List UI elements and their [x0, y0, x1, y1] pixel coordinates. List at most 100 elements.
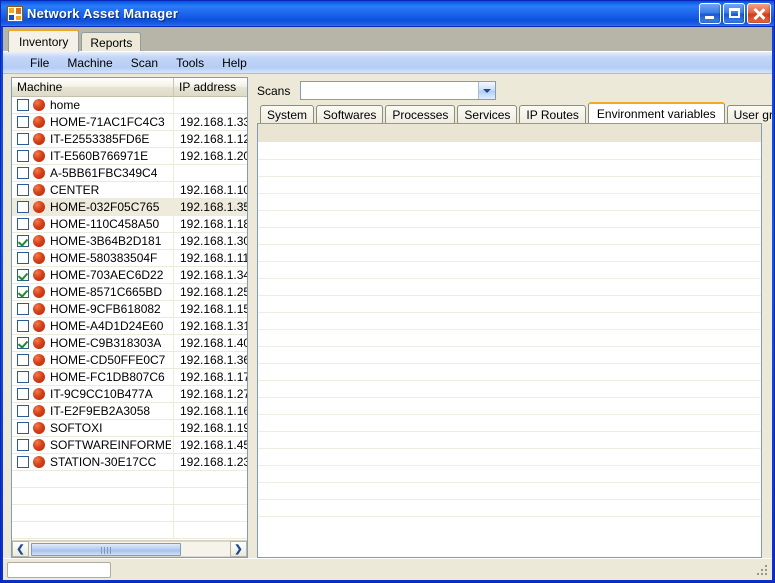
machine-status-icon: [33, 286, 45, 298]
resize-grip-icon[interactable]: [755, 563, 769, 577]
content-tab-ip-routes[interactable]: IP Routes: [519, 105, 586, 123]
machine-name-cell: HOME-3B64B2D181: [12, 233, 174, 249]
grid-row: [258, 483, 761, 500]
content-tab-services[interactable]: Services: [457, 105, 518, 123]
machine-name-cell: IT-9C9CC10B477A: [12, 386, 174, 402]
column-header-ip-address[interactable]: IP address: [174, 78, 247, 96]
content-tab-system[interactable]: System: [260, 105, 315, 123]
machine-checkbox[interactable]: [17, 456, 29, 468]
machine-checkbox[interactable]: [17, 252, 29, 264]
machine-row[interactable]: CENTER 192.168.1.10: [12, 182, 247, 199]
chevron-down-icon[interactable]: [478, 82, 496, 99]
content-tab-softwares[interactable]: Softwares: [316, 105, 384, 123]
machine-status-icon: [33, 405, 45, 417]
machine-row[interactable]: HOME-FC1DB807C6 192.168.1.17: [12, 369, 247, 386]
machine-status-icon: [33, 456, 45, 468]
machine-checkbox[interactable]: [17, 184, 29, 196]
machine-row[interactable]: STATION-30E17CC 192.168.1.23: [12, 454, 247, 471]
machine-list-hscrollbar[interactable]: ❮ ❯: [12, 540, 247, 557]
app-icon: [7, 5, 23, 22]
machine-ip-cell: 192.168.1.17: [180, 370, 247, 384]
grid-header: [258, 124, 761, 143]
machine-row-empty: [12, 471, 247, 488]
content-tab-environment-variables[interactable]: Environment variables: [587, 102, 725, 123]
machine-checkbox[interactable]: [17, 286, 29, 298]
menu-help[interactable]: Help: [213, 54, 256, 72]
machine-checkbox[interactable]: [17, 422, 29, 434]
machine-checkbox[interactable]: [17, 99, 29, 111]
close-button[interactable]: [747, 3, 771, 24]
machine-row[interactable]: IT-9C9CC10B477A 192.168.1.27: [12, 386, 247, 403]
machine-row-empty: [12, 522, 247, 539]
machine-list-pane: Machine IP address home HOME-71AC1FC4C3 19…: [11, 77, 248, 558]
machine-status-icon: [33, 184, 45, 196]
machine-row[interactable]: IT-E560B766971E 192.168.1.20: [12, 148, 247, 165]
machine-status-icon: [33, 116, 45, 128]
machine-row[interactable]: HOME-703AEC6D22 192.168.1.34: [12, 267, 247, 284]
content-tab-user-groups[interactable]: User groups: [726, 105, 772, 123]
environment-variables-grid[interactable]: [257, 123, 762, 558]
machine-row[interactable]: HOME-9CFB618082 192.168.1.15: [12, 301, 247, 318]
machine-checkbox[interactable]: [17, 235, 29, 247]
menu-tools[interactable]: Tools: [167, 54, 213, 72]
machine-checkbox[interactable]: [17, 337, 29, 349]
machine-row[interactable]: HOME-CD50FFE0C7 192.168.1.36: [12, 352, 247, 369]
machine-checkbox[interactable]: [17, 354, 29, 366]
machine-checkbox[interactable]: [17, 218, 29, 230]
content-tab-label: User groups: [733, 107, 772, 122]
machine-list-rows[interactable]: home HOME-71AC1FC4C3 192.168.1.33 IT-E25533…: [12, 97, 247, 540]
machine-checkbox[interactable]: [17, 150, 29, 162]
machine-row[interactable]: SOFTWAREINFORME 192.168.1.45: [12, 437, 247, 454]
machine-checkbox[interactable]: [17, 371, 29, 383]
machine-status-icon: [33, 235, 45, 247]
tab-reports[interactable]: Reports: [81, 32, 142, 52]
machine-row[interactable]: HOME-032F05C765 192.168.1.35: [12, 199, 247, 216]
machine-name-cell: HOME-110C458A50: [12, 216, 174, 232]
content-tab-strip: System Softwares Processes Services IP Route…: [257, 101, 772, 123]
application-window: Network Asset Manager Inventory Reports …: [0, 0, 775, 583]
machine-row[interactable]: SOFTOXI 192.168.1.19: [12, 420, 247, 437]
scans-combobox[interactable]: [300, 81, 497, 100]
machine-row[interactable]: HOME-3B64B2D181 192.168.1.30: [12, 233, 247, 250]
machine-name-cell: HOME-8571C665BD: [12, 284, 174, 300]
maximize-button[interactable]: [723, 3, 745, 24]
minimize-button[interactable]: [699, 3, 721, 24]
machine-status-icon: [33, 354, 45, 366]
machine-checkbox[interactable]: [17, 133, 29, 145]
pane-splitter[interactable]: [248, 77, 257, 558]
tab-inventory[interactable]: Inventory: [8, 29, 80, 52]
body-split: Machine IP address home HOME-71AC1FC4C3 19…: [3, 74, 772, 558]
machine-checkbox[interactable]: [17, 388, 29, 400]
machine-checkbox[interactable]: [17, 269, 29, 281]
machine-row[interactable]: IT-E2F9EB2A3058 192.168.1.16: [12, 403, 247, 420]
machine-row[interactable]: HOME-C9B318303A 192.168.1.40: [12, 335, 247, 352]
machine-status-icon: [33, 388, 45, 400]
machine-name-label: SOFTWAREINFORME: [50, 438, 171, 452]
menu-file[interactable]: File: [21, 54, 58, 72]
scroll-right-button[interactable]: ❯: [230, 541, 247, 557]
machine-checkbox[interactable]: [17, 405, 29, 417]
grid-row: [258, 279, 761, 296]
machine-checkbox[interactable]: [17, 116, 29, 128]
scroll-thumb[interactable]: [31, 543, 181, 556]
machine-row[interactable]: HOME-71AC1FC4C3 192.168.1.33: [12, 114, 247, 131]
menu-scan[interactable]: Scan: [122, 54, 167, 72]
content-tab-processes[interactable]: Processes: [385, 105, 456, 123]
machine-name-cell: IT-E560B766971E: [12, 148, 174, 164]
machine-checkbox[interactable]: [17, 167, 29, 179]
machine-row[interactable]: IT-E2553385FD6E 192.168.1.12: [12, 131, 247, 148]
scroll-left-button[interactable]: ❮: [12, 541, 29, 557]
scroll-track[interactable]: [29, 541, 230, 557]
machine-row[interactable]: A-5BB61FBC349C4: [12, 165, 247, 182]
machine-checkbox[interactable]: [17, 320, 29, 332]
machine-row[interactable]: HOME-580383504F 192.168.1.11: [12, 250, 247, 267]
machine-checkbox[interactable]: [17, 439, 29, 451]
machine-checkbox[interactable]: [17, 303, 29, 315]
menu-machine[interactable]: Machine: [58, 54, 121, 72]
machine-row[interactable]: HOME-A4D1D24E60 192.168.1.31: [12, 318, 247, 335]
machine-row[interactable]: HOME-110C458A50 192.168.1.18: [12, 216, 247, 233]
machine-row[interactable]: HOME-8571C665BD 192.168.1.25: [12, 284, 247, 301]
machine-checkbox[interactable]: [17, 201, 29, 213]
machine-row[interactable]: home: [12, 97, 247, 114]
column-header-machine[interactable]: Machine: [12, 78, 174, 96]
